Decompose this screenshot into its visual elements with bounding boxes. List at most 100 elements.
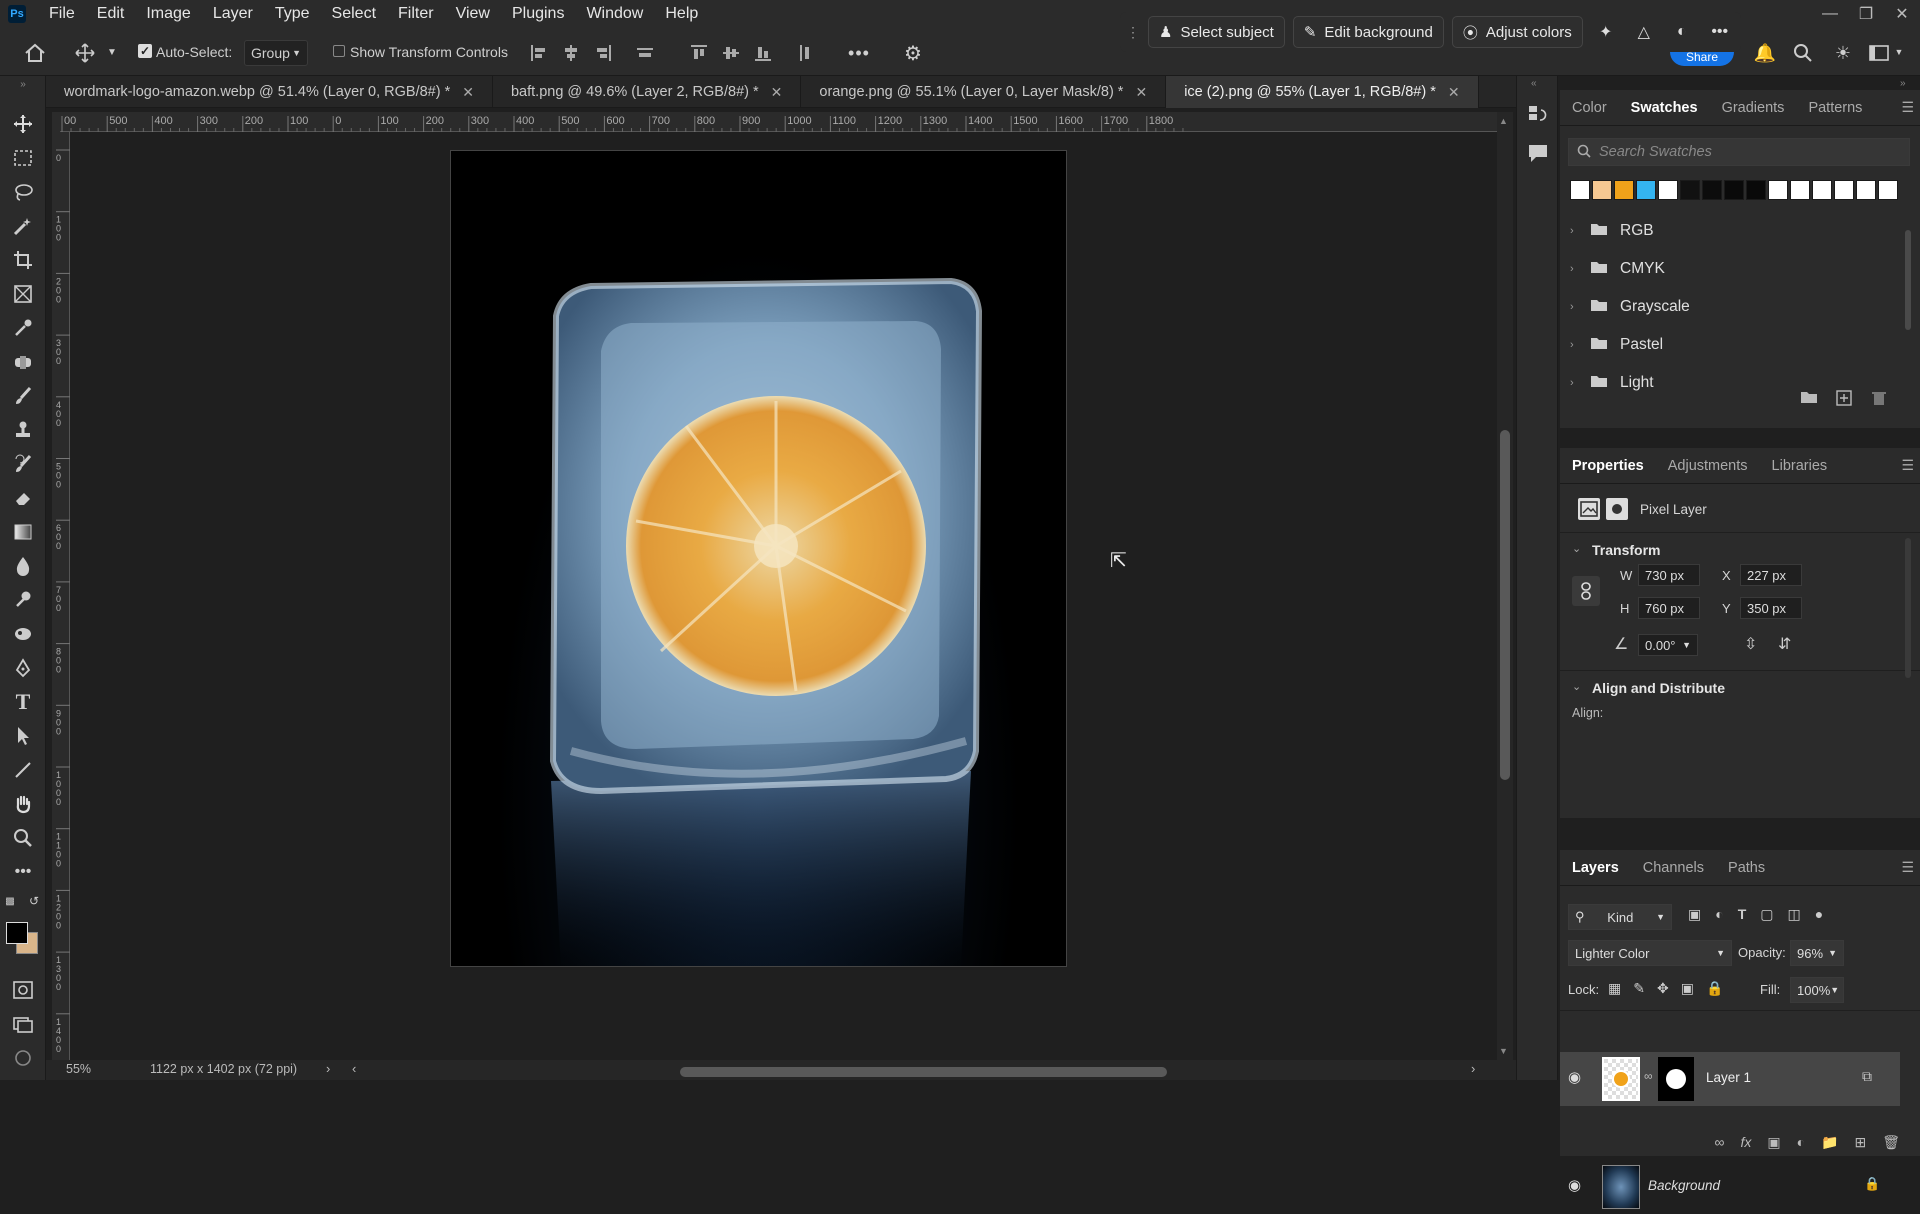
tab-ice[interactable]: ice (2).png @ 55% (Layer 1, RGB/8#) * ✕ [1166, 76, 1479, 108]
menu-plugins[interactable]: Plugins [501, 0, 575, 28]
tab-libraries[interactable]: Libraries [1760, 448, 1840, 484]
tab-swatches[interactable]: Swatches [1619, 90, 1710, 126]
align-left-icon[interactable] [528, 42, 550, 64]
y-field[interactable]: 350 px [1740, 597, 1802, 619]
link-layers-icon[interactable]: ∞ [1714, 1134, 1724, 1156]
menu-file[interactable]: File [38, 0, 86, 28]
swatch-5[interactable] [1680, 180, 1700, 200]
frame-tool-icon[interactable] [8, 280, 38, 308]
menu-view[interactable]: View [445, 0, 501, 28]
swatches-search-field[interactable]: Search Swatches [1568, 138, 1910, 166]
panel-menu-icon[interactable]: ☰ [1901, 99, 1914, 116]
magic-wand-icon[interactable]: ✦ [1591, 17, 1621, 47]
clone-stamp-tool-icon[interactable] [8, 416, 38, 444]
close-window-button[interactable]: ✕ [1884, 0, 1920, 28]
chevron-down-icon[interactable]: ⌄ [1572, 542, 1581, 555]
collapse-icon[interactable]: « [1531, 78, 1537, 89]
chevron-down-icon[interactable]: ▼ [1892, 44, 1906, 60]
swatch-folder-pastel[interactable]: › Pastel [1570, 326, 1890, 364]
gear-icon[interactable]: ⚙ [900, 40, 926, 66]
scroll-down-icon[interactable]: ▼ [1499, 1046, 1508, 1056]
edit-toolbar-icon[interactable] [8, 1044, 38, 1072]
align-horizontal-center-icon[interactable] [560, 42, 582, 64]
layer-thumbnail[interactable] [1602, 1057, 1640, 1101]
filter-pixel-icon[interactable]: ▣ [1688, 906, 1701, 928]
swatch-6[interactable] [1702, 180, 1722, 200]
link-icon[interactable]: ∞ [1644, 1069, 1653, 1083]
layer-filter-dropdown[interactable]: ⚲ Kind ▼ [1568, 904, 1672, 930]
menu-image[interactable]: Image [135, 0, 201, 28]
lock-transparent-icon[interactable]: ▦ [1608, 980, 1621, 997]
lasso-tool-icon[interactable] [8, 178, 38, 206]
eraser-tool-icon[interactable] [8, 484, 38, 512]
bell-icon[interactable]: 🔔 [1752, 40, 1778, 66]
tab-properties[interactable]: Properties [1560, 448, 1656, 484]
object-selection-tool-icon[interactable] [8, 212, 38, 240]
menu-edit[interactable]: Edit [86, 0, 136, 28]
quick-mask-icon[interactable] [8, 976, 38, 1004]
swatch-folder-grayscale[interactable]: › Grayscale [1570, 288, 1890, 326]
height-field[interactable]: 760 px [1638, 597, 1700, 619]
tab-patterns[interactable]: Patterns [1796, 90, 1874, 126]
fill-field[interactable]: 100% ▼ [1790, 977, 1844, 1003]
minimize-button[interactable]: — [1812, 0, 1848, 28]
workspace-icon[interactable] [1866, 40, 1892, 66]
tab-baft[interactable]: baft.png @ 49.6% (Layer 2, RGB/8#) * ✕ [493, 76, 802, 108]
filter-shape-icon[interactable]: ▢ [1760, 906, 1773, 928]
menu-help[interactable]: Help [654, 0, 709, 28]
swatch-folder-cmyk[interactable]: › CMYK [1570, 250, 1890, 288]
select-subject-button[interactable]: ♟ Select subject [1148, 16, 1285, 48]
distribute-horizontal-icon[interactable] [794, 42, 816, 64]
lock-all-icon[interactable]: 🔒 [1706, 980, 1723, 997]
trash-icon[interactable] [1872, 390, 1896, 414]
smudge-tool-icon[interactable] [8, 620, 38, 648]
align-bottom-icon[interactable] [752, 42, 774, 64]
scroll-right-icon[interactable]: › [1471, 1061, 1475, 1076]
layer-name[interactable]: Layer 1 [1706, 1070, 1751, 1085]
close-icon[interactable]: ✕ [1135, 84, 1147, 101]
tab-color[interactable]: Color [1560, 90, 1619, 126]
foreground-color-swatch[interactable] [6, 922, 28, 944]
chevron-right-icon[interactable]: › [326, 1061, 330, 1076]
align-right-icon[interactable] [592, 42, 614, 64]
auto-select-checkbox[interactable]: ✓ [138, 44, 152, 58]
swatch-8[interactable] [1746, 180, 1766, 200]
layer-row-background[interactable]: ◉ Background 🔒 [1560, 1160, 1900, 1214]
tab-layers[interactable]: Layers [1560, 850, 1631, 886]
swatch-7[interactable] [1724, 180, 1744, 200]
flip-vertical-icon[interactable]: ⇵ [1778, 634, 1791, 654]
hand-tool-icon[interactable] [8, 790, 38, 818]
swap-colors-icon[interactable]: ↺ [26, 892, 42, 910]
line-tool-icon[interactable] [8, 756, 38, 784]
trash-icon[interactable]: 🗑 [1882, 1134, 1900, 1156]
swatch-10[interactable] [1790, 180, 1810, 200]
vertical-scrollbar-thumb[interactable] [1500, 430, 1510, 780]
swatch-11[interactable] [1812, 180, 1832, 200]
mask-icon[interactable] [1606, 498, 1628, 520]
move-tool-icon[interactable] [8, 110, 38, 138]
swatch-4[interactable] [1658, 180, 1678, 200]
swatch-3[interactable] [1636, 180, 1656, 200]
link-icon[interactable] [1572, 576, 1600, 606]
panel-menu-icon[interactable]: ☰ [1901, 859, 1914, 876]
chevron-down-icon[interactable]: ⌄ [1572, 680, 1581, 693]
lock-position-icon[interactable]: ✥ [1657, 980, 1669, 997]
pen-tool-icon[interactable] [8, 654, 38, 682]
horizontal-scrollbar-thumb[interactable] [680, 1067, 1167, 1077]
chevron-down-icon[interactable]: ▼ [104, 42, 120, 62]
adjustment-circle-icon[interactable]: ◐ [1667, 17, 1697, 47]
comments-icon[interactable] [1527, 142, 1549, 164]
document-image[interactable] [450, 150, 1067, 967]
default-colors-icon[interactable]: ▩ [2, 892, 18, 910]
fx-icon[interactable]: fx [1740, 1134, 1751, 1156]
swatch-folder-rgb[interactable]: › RGB [1570, 212, 1890, 250]
search-icon[interactable] [1790, 40, 1816, 66]
layer-mask-thumbnail[interactable] [1658, 1057, 1694, 1101]
swatch-14[interactable] [1878, 180, 1898, 200]
align-vertical-center-icon[interactable] [720, 42, 742, 64]
tab-wordmark-logo[interactable]: wordmark-logo-amazon.webp @ 51.4% (Layer… [46, 76, 493, 108]
adjust-colors-button[interactable]: ⦿ Adjust colors [1451, 16, 1583, 48]
more-tools-icon[interactable]: ••• [8, 858, 38, 886]
width-field[interactable]: 730 px [1638, 564, 1700, 586]
home-icon[interactable] [22, 40, 48, 66]
